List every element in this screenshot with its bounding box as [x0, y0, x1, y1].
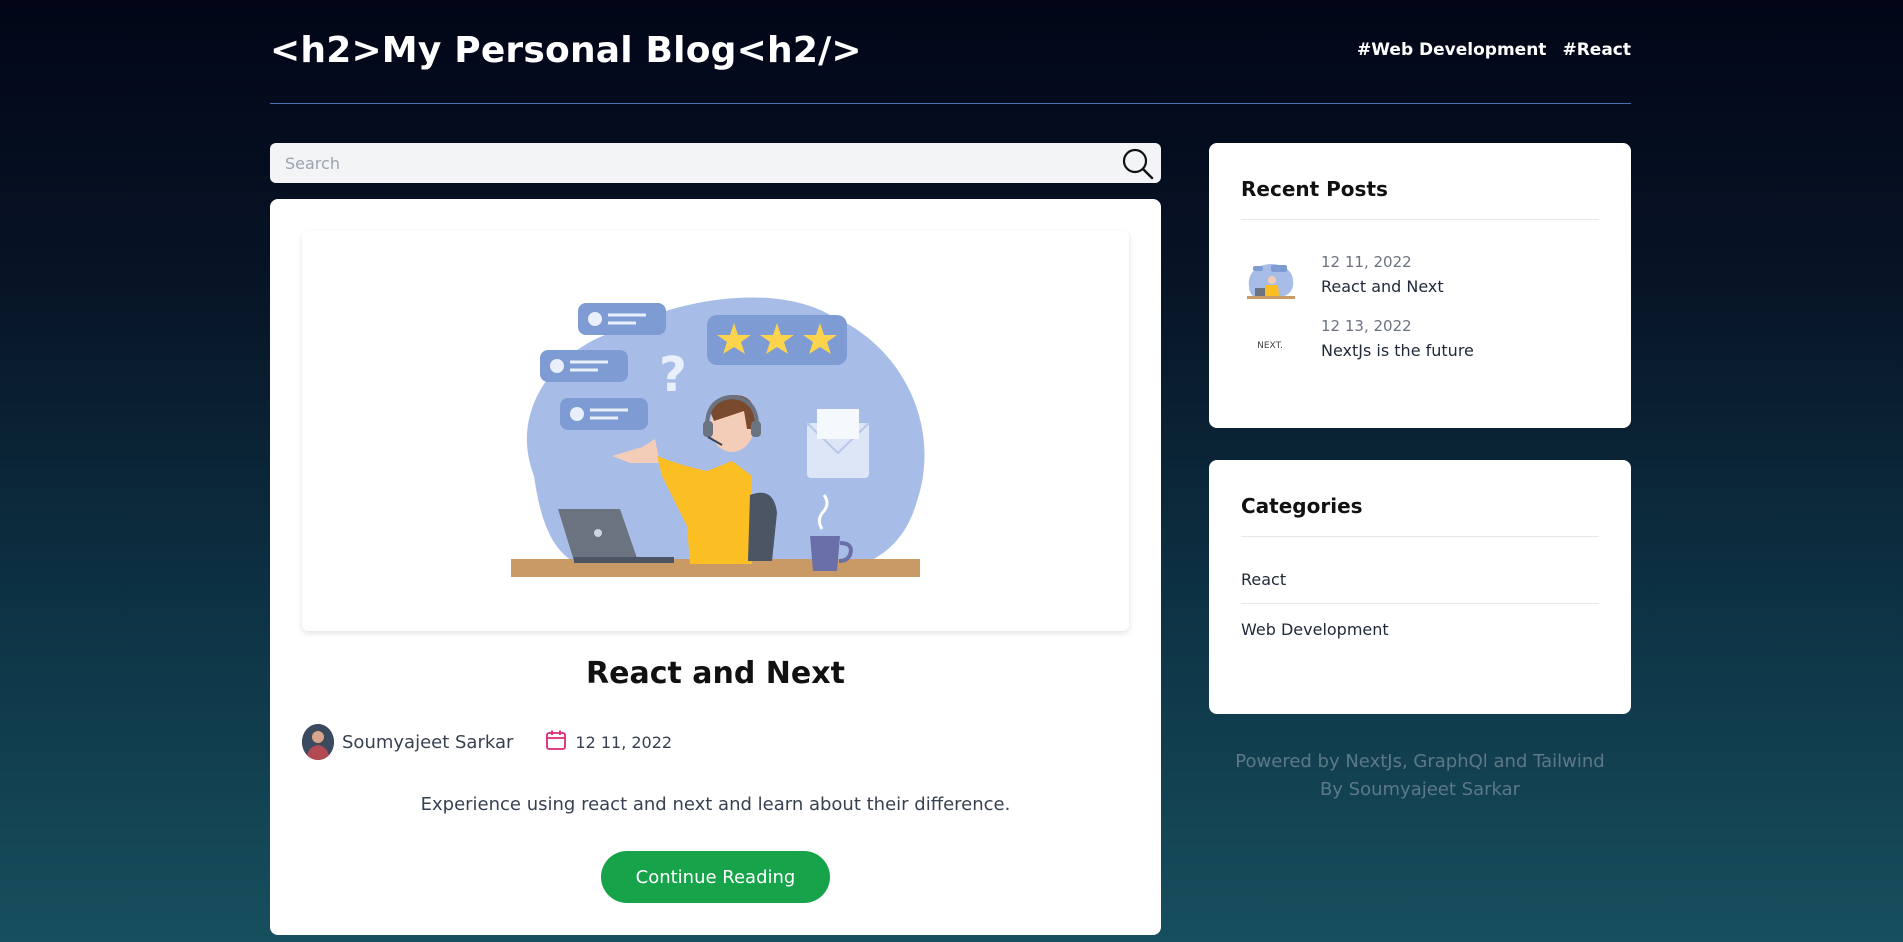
search-bar — [270, 143, 1161, 183]
footer-author: By Soumyajeet Sarkar — [1319, 779, 1521, 800]
post-date: 12 11, 2022 — [545, 729, 672, 755]
svg-text:?: ? — [659, 347, 687, 403]
post-title[interactable]: React and Next — [270, 656, 1161, 691]
recent-post-title[interactable]: NextJs is the future — [1321, 341, 1474, 360]
post-meta: Soumyajeet Sarkar 12 11, 2022 — [302, 724, 672, 760]
recent-posts-title: Recent Posts — [1241, 177, 1599, 220]
category-link-web-development[interactable]: Web Development — [1241, 620, 1599, 653]
recent-posts-widget: Recent Posts 12 11, 2022 React and Next … — [1209, 143, 1631, 428]
site-footer: Powered by NextJs, GraphQl and Tailwind … — [1209, 748, 1631, 804]
recent-post-item[interactable]: 12 11, 2022 React and Next — [1241, 253, 1599, 305]
recent-post-title[interactable]: React and Next — [1321, 277, 1444, 296]
site-title[interactable]: <h2>My Personal Blog<h2/> — [270, 30, 862, 71]
calendar-icon — [545, 729, 567, 755]
post-card: ? React and Next Soumyajeet Sarkar 12 11… — [270, 199, 1161, 935]
recent-post-date: 12 13, 2022 — [1321, 317, 1412, 335]
categories-widget: Categories React Web Development — [1209, 460, 1631, 714]
header-nav: #Web Development #React — [1357, 40, 1631, 60]
categories-title: Categories — [1241, 494, 1599, 537]
search-input[interactable] — [270, 143, 1100, 183]
footer-powered-by: Powered by NextJs, GraphQl and Tailwind — [1235, 751, 1605, 772]
post-date-text: 12 11, 2022 — [575, 732, 673, 752]
search-icon[interactable] — [1121, 147, 1155, 181]
post-excerpt: Experience using react and next and lear… — [420, 794, 1011, 815]
author-avatar — [302, 724, 334, 760]
recent-post-item[interactable]: NEXT. 12 13, 2022 NextJs is the future — [1241, 317, 1599, 369]
category-link-react[interactable]: React — [1241, 570, 1599, 604]
nextjs-logo-text: NEXT. — [1257, 341, 1283, 351]
site-header: <h2>My Personal Blog<h2/> #Web Developme… — [270, 0, 1631, 104]
recent-post-date: 12 11, 2022 — [1321, 253, 1412, 271]
post-featured-image[interactable]: ? — [302, 231, 1129, 631]
recent-post-thumbnail[interactable]: NEXT. — [1241, 322, 1299, 366]
recent-post-thumbnail[interactable] — [1241, 258, 1299, 302]
continue-reading-button[interactable]: Continue Reading — [601, 851, 830, 903]
author-name: Soumyajeet Sarkar — [342, 731, 514, 753]
nav-link-web-development[interactable]: #Web Development — [1357, 40, 1546, 60]
customer-support-illustration: ? — [511, 297, 925, 577]
nav-link-react[interactable]: #React — [1562, 40, 1631, 60]
